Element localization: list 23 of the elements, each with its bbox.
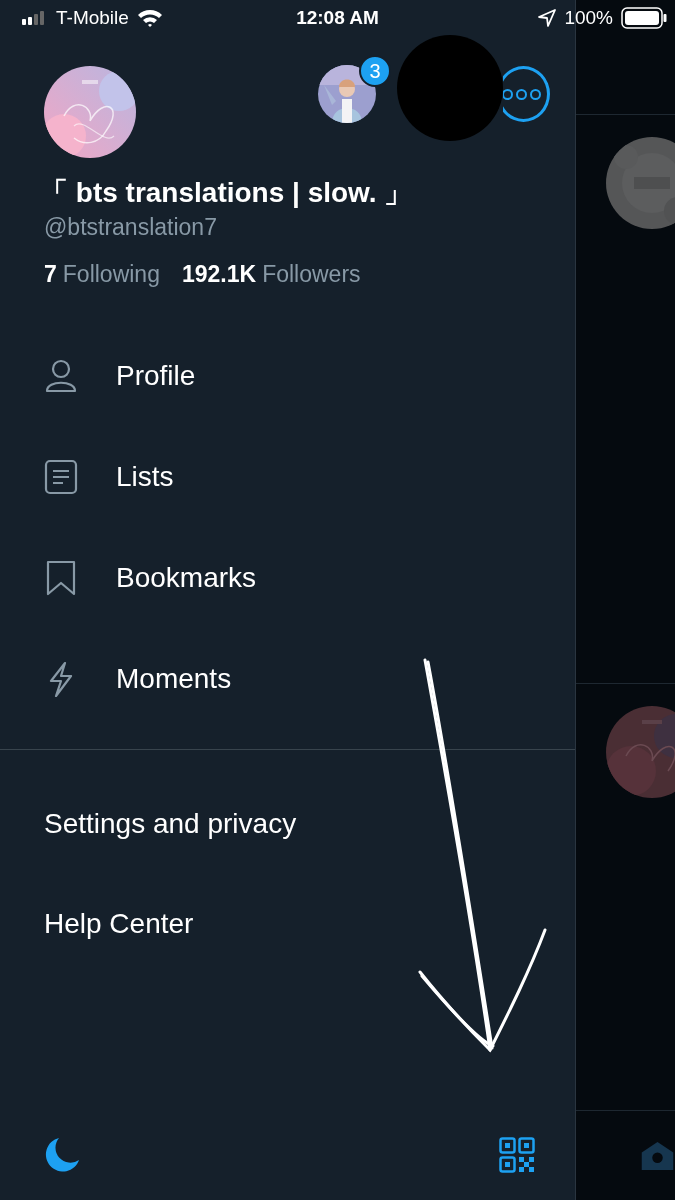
menu-item[interactable]: Settings and privacy — [44, 803, 297, 845]
followers-count: 192.1K — [181, 260, 257, 289]
location-icon — [538, 9, 557, 27]
following-label: Following — [62, 260, 160, 289]
list-icon — [44, 458, 78, 495]
battery-icon — [621, 7, 667, 29]
following-count: 7 — [44, 260, 57, 289]
menu-item[interactable]: Help Center — [44, 903, 194, 945]
carrier-name: T-Mobile — [56, 5, 129, 30]
qr-code-icon[interactable] — [499, 1137, 535, 1173]
followers-label: Followers — [262, 260, 361, 289]
menu-item[interactable]: Profile — [116, 354, 196, 397]
menu-item[interactable]: Moments — [116, 657, 232, 700]
status-time: 12:08 AM — [296, 5, 379, 30]
bookmark-icon — [44, 559, 78, 596]
user-handle: @btstranslation7 — [43, 213, 218, 242]
wifi-icon — [136, 8, 163, 28]
battery-percent: 100% — [564, 5, 613, 30]
profile-icon — [44, 357, 78, 394]
notification-badge: 3 — [359, 55, 391, 87]
menu-item[interactable]: Lists — [116, 455, 174, 498]
menu-item[interactable]: Bookmarks — [116, 556, 257, 599]
display-name: 「 bts translations | slow. 」 — [39, 176, 414, 210]
